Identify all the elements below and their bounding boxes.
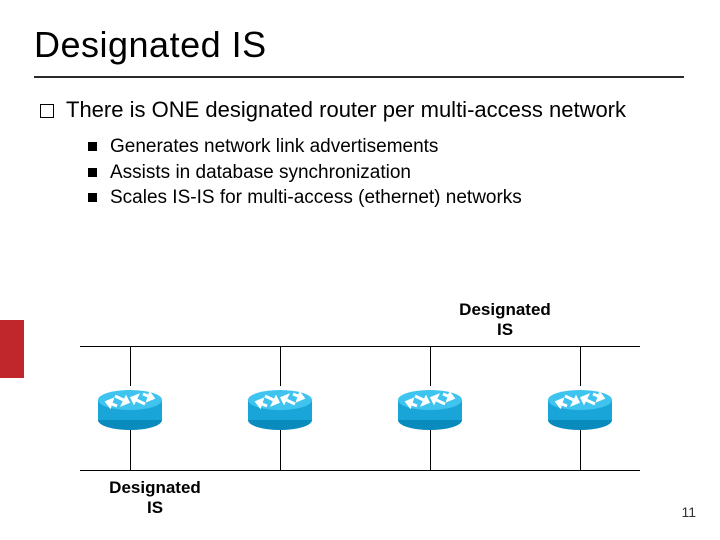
label-line: Designated <box>459 300 551 319</box>
router-icon <box>95 382 165 437</box>
designated-is-label-top: Designated IS <box>440 300 570 339</box>
sub-bullet: Generates network link advertisements <box>88 134 680 160</box>
network-diagram: Designated IS <box>60 300 660 500</box>
sub-bullet: Scales IS-IS for multi-access (ethernet)… <box>88 185 680 211</box>
bus-line-bottom <box>80 470 640 471</box>
title-underline <box>34 76 684 78</box>
slide: Designated IS There is ONE designated ro… <box>0 0 720 540</box>
stub <box>430 346 431 386</box>
router-icon <box>245 382 315 437</box>
label-line: IS <box>497 320 513 339</box>
bus-line-top <box>80 346 640 347</box>
stub <box>280 346 281 386</box>
accent-bar <box>0 320 24 378</box>
label-line: IS <box>147 498 163 517</box>
sub-bullet: Assists in database synchronization <box>88 160 680 186</box>
main-bullet: There is ONE designated router per multi… <box>40 96 680 124</box>
label-line: Designated <box>109 478 201 497</box>
stub <box>130 346 131 386</box>
slide-body: There is ONE designated router per multi… <box>40 96 680 211</box>
slide-title: Designated IS <box>34 24 267 66</box>
sub-bullet-list: Generates network link advertisements As… <box>88 134 680 211</box>
designated-is-label-bottom: Designated IS <box>90 478 220 517</box>
stub <box>580 346 581 386</box>
router-icon <box>545 382 615 437</box>
router-icon <box>395 382 465 437</box>
page-number: 11 <box>681 504 696 520</box>
